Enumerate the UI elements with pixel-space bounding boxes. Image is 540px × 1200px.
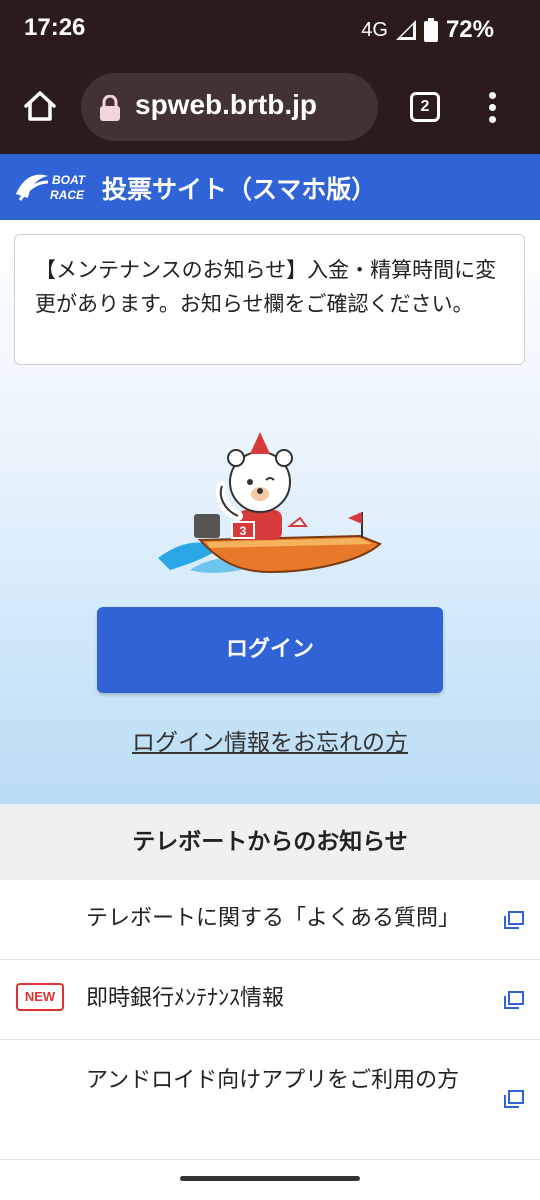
news-item-text: アンドロイド向けアプリをご利用の方 [86,1068,460,1093]
login-button[interactable]: ログイン [97,607,443,693]
forgot-login-link[interactable]: ログイン情報をお忘れの方 [0,723,540,757]
signal-icon [395,20,416,40]
battery-percent: 72% [445,16,494,43]
status-indicators: 4G 72% [361,16,494,44]
boat-number: 3 [240,524,247,538]
tabs-icon[interactable]: 2 [410,92,440,122]
news-heading: テレボートからのお知らせ [0,804,540,880]
browser-toolbar: spweb.brtb.jp 2 [0,60,540,154]
boatrace-logo: BOAT RACE [16,173,87,202]
main-content: 【メンテナンスのお知らせ】入金・精算時間に変更があります。お知らせ欄をご確認くだ… [0,220,540,804]
mascot-illustration: 3 [158,432,382,574]
site-header: BOAT RACE 投票サイト（スマホ版） [0,154,540,220]
external-link-icon [504,991,524,1009]
external-link-icon [504,911,524,929]
network-type: 4G [361,18,388,41]
news-item-text: テレボートに関する「よくある質問」 [86,906,461,931]
page-title: 投票サイト（スマホ版） [102,175,377,204]
news-item-android-app[interactable]: アンドロイド向けアプリをご利用の方 [0,1040,540,1160]
external-link-icon [504,1090,524,1108]
gesture-bar[interactable] [180,1176,360,1181]
url-text: spweb.brtb.jp [135,89,317,120]
logo-text-race: RACE [50,188,85,202]
menu-icon[interactable] [484,92,500,124]
maintenance-notice[interactable]: 【メンテナンスのお知らせ】入金・精算時間に変更があります。お知らせ欄をご確認くだ… [14,234,525,365]
address-bar[interactable]: spweb.brtb.jp [81,73,378,141]
new-badge: NEW [16,983,64,1011]
home-icon[interactable] [20,86,60,126]
logo-text-boat: BOAT [52,173,87,187]
page-bottom [0,1160,540,1200]
status-bar: 17:26 4G 72% [0,0,540,60]
status-time: 17:26 [24,14,86,41]
news-item-text: 即時銀行ﾒﾝﾃﾅﾝｽ情報 [86,986,285,1011]
lock-icon [100,95,120,121]
battery-icon [423,18,438,42]
news-item-bank-maintenance[interactable]: NEW 即時銀行ﾒﾝﾃﾅﾝｽ情報 [0,960,540,1040]
news-item-faq[interactable]: テレボートに関する「よくある質問」 [0,880,540,960]
